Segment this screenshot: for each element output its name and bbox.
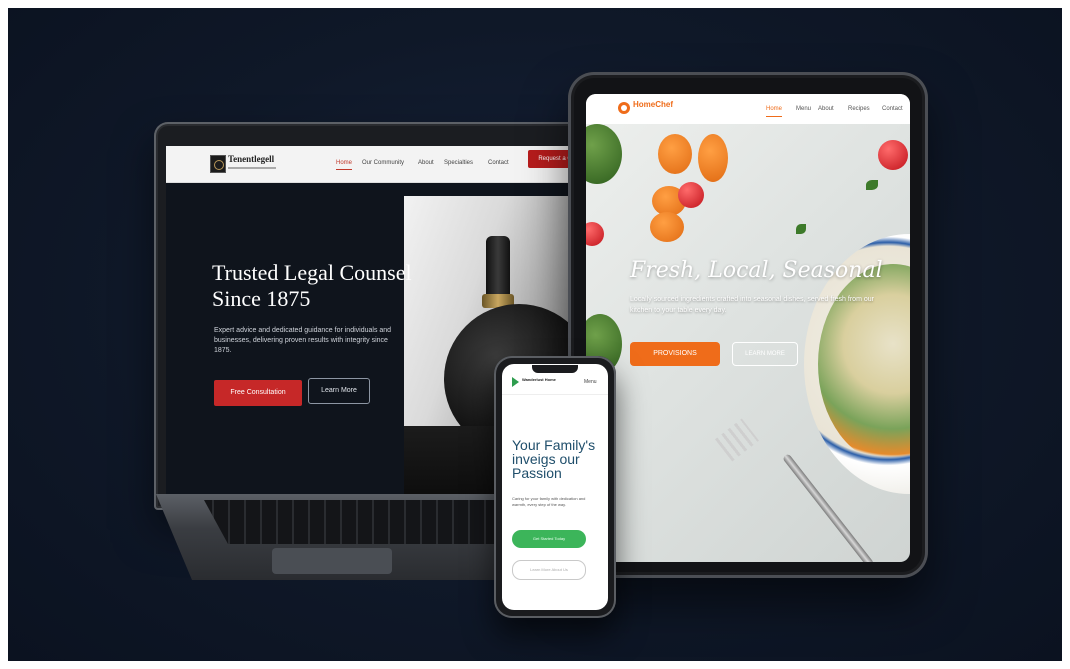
carrot-image bbox=[658, 134, 692, 174]
food-nav-about[interactable]: About bbox=[818, 106, 834, 112]
food-nav-recipes[interactable]: Recipes bbox=[848, 106, 870, 112]
phone-screen: Wanderlust Home Menu Your Family's invei… bbox=[502, 364, 608, 610]
law-nav-about[interactable]: About bbox=[418, 160, 434, 166]
food-brand-name[interactable]: HomeChef bbox=[633, 100, 673, 109]
food-nav-contact[interactable]: Contact bbox=[882, 106, 903, 112]
law-hero-description: Expert advice and dedicated guidance for… bbox=[214, 327, 392, 354]
leaf-image bbox=[796, 224, 806, 234]
food-nav-home[interactable]: Home bbox=[766, 106, 783, 117]
law-navbar: Tenentlegell Home Our Community About Sp… bbox=[166, 146, 586, 183]
carrot-image bbox=[698, 134, 728, 182]
food-nav-menu[interactable]: Menu bbox=[796, 106, 811, 112]
food-hero-title: Fresh, Local, Seasonal bbox=[630, 258, 883, 283]
mockup-stage: Tenentlegell Home Our Community About Sp… bbox=[8, 8, 1062, 661]
law-nav-home[interactable]: Home bbox=[336, 160, 353, 170]
tomato-image bbox=[878, 140, 908, 170]
app-brand-name[interactable]: Wanderlust Home bbox=[522, 377, 556, 382]
food-navbar: HomeChef Home Menu About Recipes Contact bbox=[586, 94, 910, 124]
laptop-keyboard bbox=[204, 500, 498, 544]
provisions-button[interactable]: PROVISIONS bbox=[630, 342, 720, 366]
food-hero-description: Locally sourced ingredients crafted into… bbox=[630, 296, 874, 314]
phone-notch bbox=[532, 365, 578, 373]
tomato-image bbox=[678, 182, 704, 208]
app-navbar: Wanderlust Home Menu bbox=[502, 372, 608, 395]
carrot-image bbox=[650, 212, 684, 242]
get-started-button[interactable]: Get Started Today bbox=[512, 530, 586, 548]
learn-more-button[interactable]: Learn More bbox=[308, 378, 370, 404]
tablet-screen: HomeChef Home Menu About Recipes Contact… bbox=[586, 94, 910, 562]
laptop-trackpad bbox=[272, 548, 392, 574]
law-nav-specialties[interactable]: Specialties bbox=[444, 160, 473, 166]
scales-logo-icon bbox=[210, 155, 226, 173]
food-learn-more-button[interactable]: LEARN MORE bbox=[732, 342, 798, 366]
law-hero-title: Trusted Legal Counsel Since 1875 bbox=[212, 260, 412, 311]
tomato-image bbox=[586, 222, 604, 246]
broccoli-image bbox=[586, 124, 622, 184]
gavel-icon bbox=[486, 236, 510, 296]
app-hero-description: Caring for your family with dedication a… bbox=[512, 496, 586, 507]
chef-logo-icon bbox=[618, 102, 630, 114]
law-nav-community[interactable]: Our Community bbox=[362, 160, 404, 166]
free-consultation-button[interactable]: Free Consultation bbox=[214, 380, 302, 406]
fork-icon bbox=[714, 418, 760, 462]
law-brand-tagline bbox=[228, 167, 276, 169]
leaf-image bbox=[866, 180, 878, 190]
law-brand-name[interactable]: Tenentlegell bbox=[228, 154, 274, 164]
law-nav-contact[interactable]: Contact bbox=[488, 160, 509, 166]
app-hero-title: Your Family's inveigs our Passion bbox=[512, 437, 596, 481]
app-learn-more-button[interactable]: Learn More About Us bbox=[512, 560, 586, 580]
app-menu-button[interactable]: Menu bbox=[584, 379, 597, 385]
play-logo-icon bbox=[512, 377, 519, 387]
